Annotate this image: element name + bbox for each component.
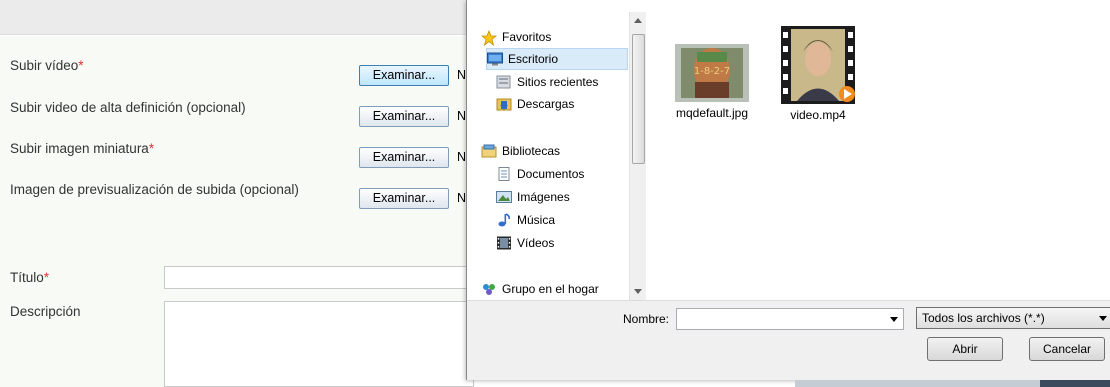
star-icon	[480, 29, 498, 47]
taskbar-strip	[795, 380, 1110, 387]
dialog-bottom-bar: Nombre: Todos los archivos (*.*) Abrir C…	[467, 300, 1110, 380]
title-label: Título*	[10, 270, 50, 285]
scroll-down-arrow-icon[interactable]	[634, 289, 642, 294]
nav-documents[interactable]: Documentos	[496, 163, 648, 185]
taskbar-dark-segment	[1040, 380, 1110, 387]
filename-label: Nombre:	[623, 312, 670, 326]
thumbnail-overlay-text: 1-8-2-7	[694, 66, 730, 77]
chevron-down-icon[interactable]	[890, 317, 898, 322]
file-type-filter-value: Todos los archivos (*.*)	[922, 311, 1045, 325]
nav-recent-places[interactable]: Sitios recientes	[496, 71, 648, 93]
file-type-filter-select[interactable]: Todos los archivos (*.*)	[916, 307, 1110, 329]
recent-places-icon	[496, 75, 512, 89]
nav-images[interactable]: Imágenes	[496, 186, 648, 208]
nav-favorites[interactable]: Favoritos	[480, 26, 633, 48]
upload-hd-browse-button[interactable]: Examinar...	[359, 106, 449, 127]
nav-homegroup[interactable]: Grupo en el hogar	[481, 278, 633, 300]
desktop-icon	[487, 52, 503, 66]
upload-thumbnail-filename-stub: N	[457, 150, 467, 164]
nav-music[interactable]: Música	[496, 209, 648, 231]
video-thumbnail-icon	[781, 26, 855, 104]
navigation-pane: Favoritos Escritorio Sitios recientes De…	[477, 12, 629, 300]
file-list: 1-8-2-7 mqdefault.jpg video.mp4	[647, 0, 1110, 300]
upload-video-filename-stub: N	[457, 68, 467, 82]
scroll-up-arrow-icon[interactable]	[634, 18, 642, 23]
cancel-button[interactable]: Cancelar	[1029, 337, 1105, 361]
chevron-down-icon[interactable]	[1099, 316, 1107, 321]
filename-input[interactable]	[676, 308, 904, 330]
scrollbar-thumb[interactable]	[632, 34, 645, 164]
nav-desktop[interactable]: Escritorio	[486, 48, 628, 70]
preview-image-browse-button[interactable]: Examinar...	[359, 188, 449, 209]
open-button[interactable]: Abrir	[927, 337, 1003, 361]
music-note-icon	[496, 213, 512, 227]
file-item[interactable]: 1-8-2-7 mqdefault.jpg	[669, 44, 755, 120]
open-file-dialog: Favoritos Escritorio Sitios recientes De…	[466, 0, 1110, 380]
preview-image-filename-stub: N	[457, 191, 467, 205]
upload-hd-filename-stub: N	[457, 109, 467, 123]
downloads-folder-icon	[496, 97, 512, 111]
film-icon	[496, 236, 512, 250]
file-name: video.mp4	[790, 108, 846, 122]
image-thumbnail-icon: 1-8-2-7	[675, 44, 749, 102]
upload-thumbnail-label: Subir imagen miniatura*	[10, 141, 155, 156]
title-input[interactable]	[164, 266, 474, 289]
homegroup-icon	[481, 282, 497, 296]
nav-downloads[interactable]: Descargas	[496, 93, 648, 115]
upload-hd-label: Subir video de alta definición (opcional…	[10, 100, 246, 115]
nav-libraries[interactable]: Bibliotecas	[481, 140, 633, 162]
description-label: Descripción	[10, 304, 81, 319]
upload-thumbnail-browse-button[interactable]: Examinar...	[359, 147, 449, 168]
preview-image-label: Imagen de previsualización de subida (op…	[10, 182, 299, 197]
libraries-icon	[481, 144, 497, 158]
upload-video-label: Subir vídeo*	[10, 58, 84, 73]
upload-video-browse-button[interactable]: Examinar...	[359, 65, 449, 86]
nav-videos[interactable]: Vídeos	[496, 232, 648, 254]
description-textarea[interactable]	[164, 301, 474, 387]
file-item[interactable]: video.mp4	[780, 26, 856, 122]
documents-icon	[496, 167, 512, 181]
file-name: mqdefault.jpg	[675, 106, 749, 120]
images-icon	[496, 190, 512, 204]
navigation-scrollbar[interactable]	[629, 12, 646, 300]
